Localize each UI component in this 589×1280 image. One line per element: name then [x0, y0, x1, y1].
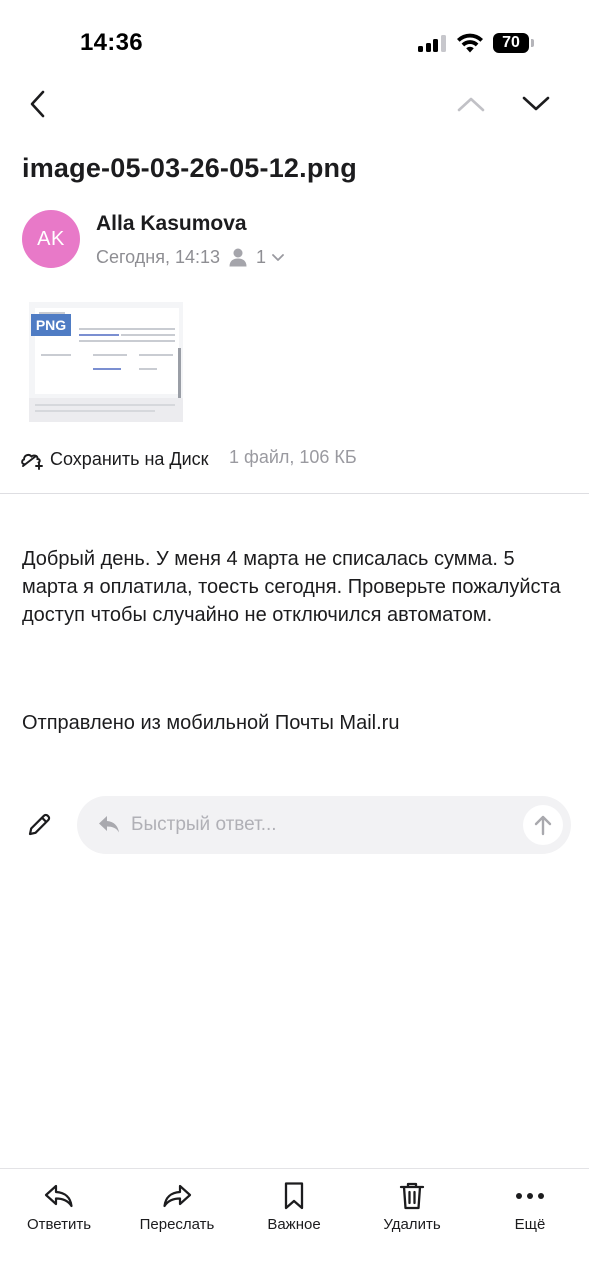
chevron-down-icon [272, 254, 284, 261]
message-subject: image-05-03-26-05-12.png [22, 153, 357, 183]
chevron-up-icon [457, 97, 485, 112]
sender-name[interactable]: Alla Kasumova [96, 212, 247, 236]
message-body: Добрый день. У меня 4 марта не списалась… [22, 548, 561, 626]
save-to-disk-label: Сохранить на Диск [50, 448, 209, 469]
more-label: Ещё [514, 1216, 546, 1233]
status-time: 14:36 [80, 29, 143, 56]
forward-label: Переслать [139, 1216, 215, 1233]
save-to-disk-button[interactable]: Сохранить на Диск [20, 446, 209, 472]
more-tab-button[interactable]: Ещё [502, 1180, 558, 1236]
chevron-down-icon [522, 96, 550, 111]
bookmark-icon [284, 1182, 304, 1210]
battery-indicator: 70 [493, 33, 529, 53]
file-type-badge: PNG [31, 314, 71, 336]
pencil-icon [28, 813, 51, 836]
important-tab-button[interactable]: Важное [260, 1180, 328, 1236]
header-divider [0, 493, 589, 494]
important-label: Важное [267, 1216, 321, 1233]
bottom-bar-divider [0, 1168, 589, 1169]
reply-arrow-icon [99, 816, 119, 833]
thumbnail-footer [29, 398, 183, 422]
cellular-signal-icon [418, 34, 446, 52]
arrow-up-icon [534, 815, 552, 836]
battery-cap [531, 39, 534, 47]
reply-tab-button[interactable]: Ответить [22, 1180, 96, 1236]
message-meta[interactable]: Сегодня, 14:13 1 [96, 245, 285, 269]
reply-label: Ответить [26, 1216, 92, 1233]
compose-button[interactable] [22, 808, 56, 842]
forward-tab-button[interactable]: Переслать [136, 1180, 218, 1236]
status-bar: 14:36 70 [0, 0, 589, 86]
forward-icon [163, 1184, 192, 1208]
attachment-file-info: 1 файл, 106 КБ [229, 447, 357, 467]
quick-reply-box[interactable] [77, 796, 571, 854]
quick-reply-input[interactable] [131, 810, 511, 840]
cloud-save-icon [21, 453, 43, 470]
reply-icon [44, 1184, 73, 1208]
delete-label: Удалить [383, 1216, 441, 1233]
person-icon [229, 248, 247, 267]
message-date: Сегодня, 14:13 [96, 246, 221, 267]
back-button[interactable] [20, 84, 56, 124]
recipients-count: 1 [256, 246, 267, 267]
delete-tab-button[interactable]: Удалить [378, 1180, 446, 1236]
more-dots-icon [516, 1193, 544, 1199]
next-message-button[interactable] [516, 84, 556, 124]
send-button[interactable] [523, 805, 563, 845]
sender-avatar[interactable]: AK [22, 210, 80, 268]
message-signature: Отправлено из мобильной Почты Mail.ru [22, 712, 400, 734]
wifi-icon [457, 33, 483, 53]
trash-icon [399, 1182, 425, 1210]
previous-message-button[interactable] [451, 84, 491, 124]
chevron-left-icon [30, 90, 45, 118]
